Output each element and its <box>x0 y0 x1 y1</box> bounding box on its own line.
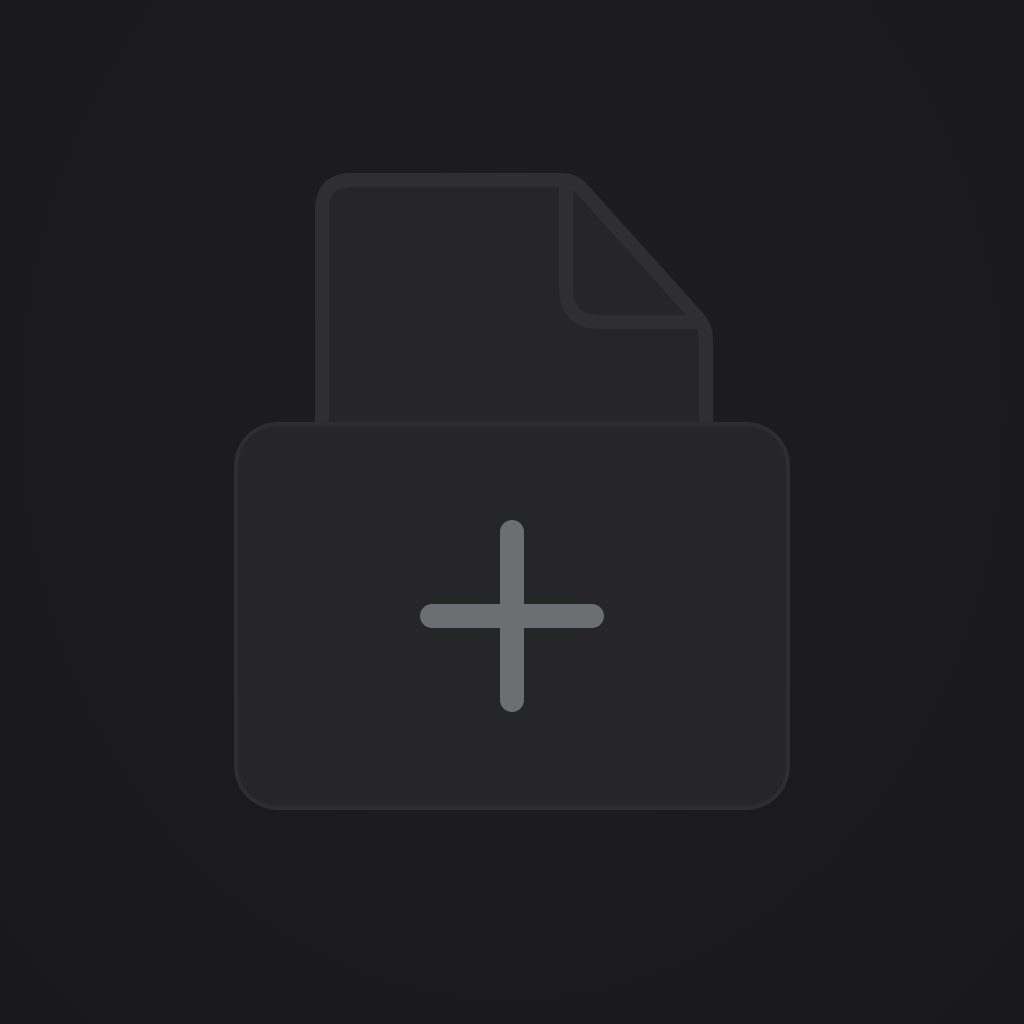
new-document-tray-icon[interactable] <box>0 0 1024 1024</box>
document-icon <box>315 173 713 447</box>
empty-state-canvas <box>0 0 1024 1024</box>
